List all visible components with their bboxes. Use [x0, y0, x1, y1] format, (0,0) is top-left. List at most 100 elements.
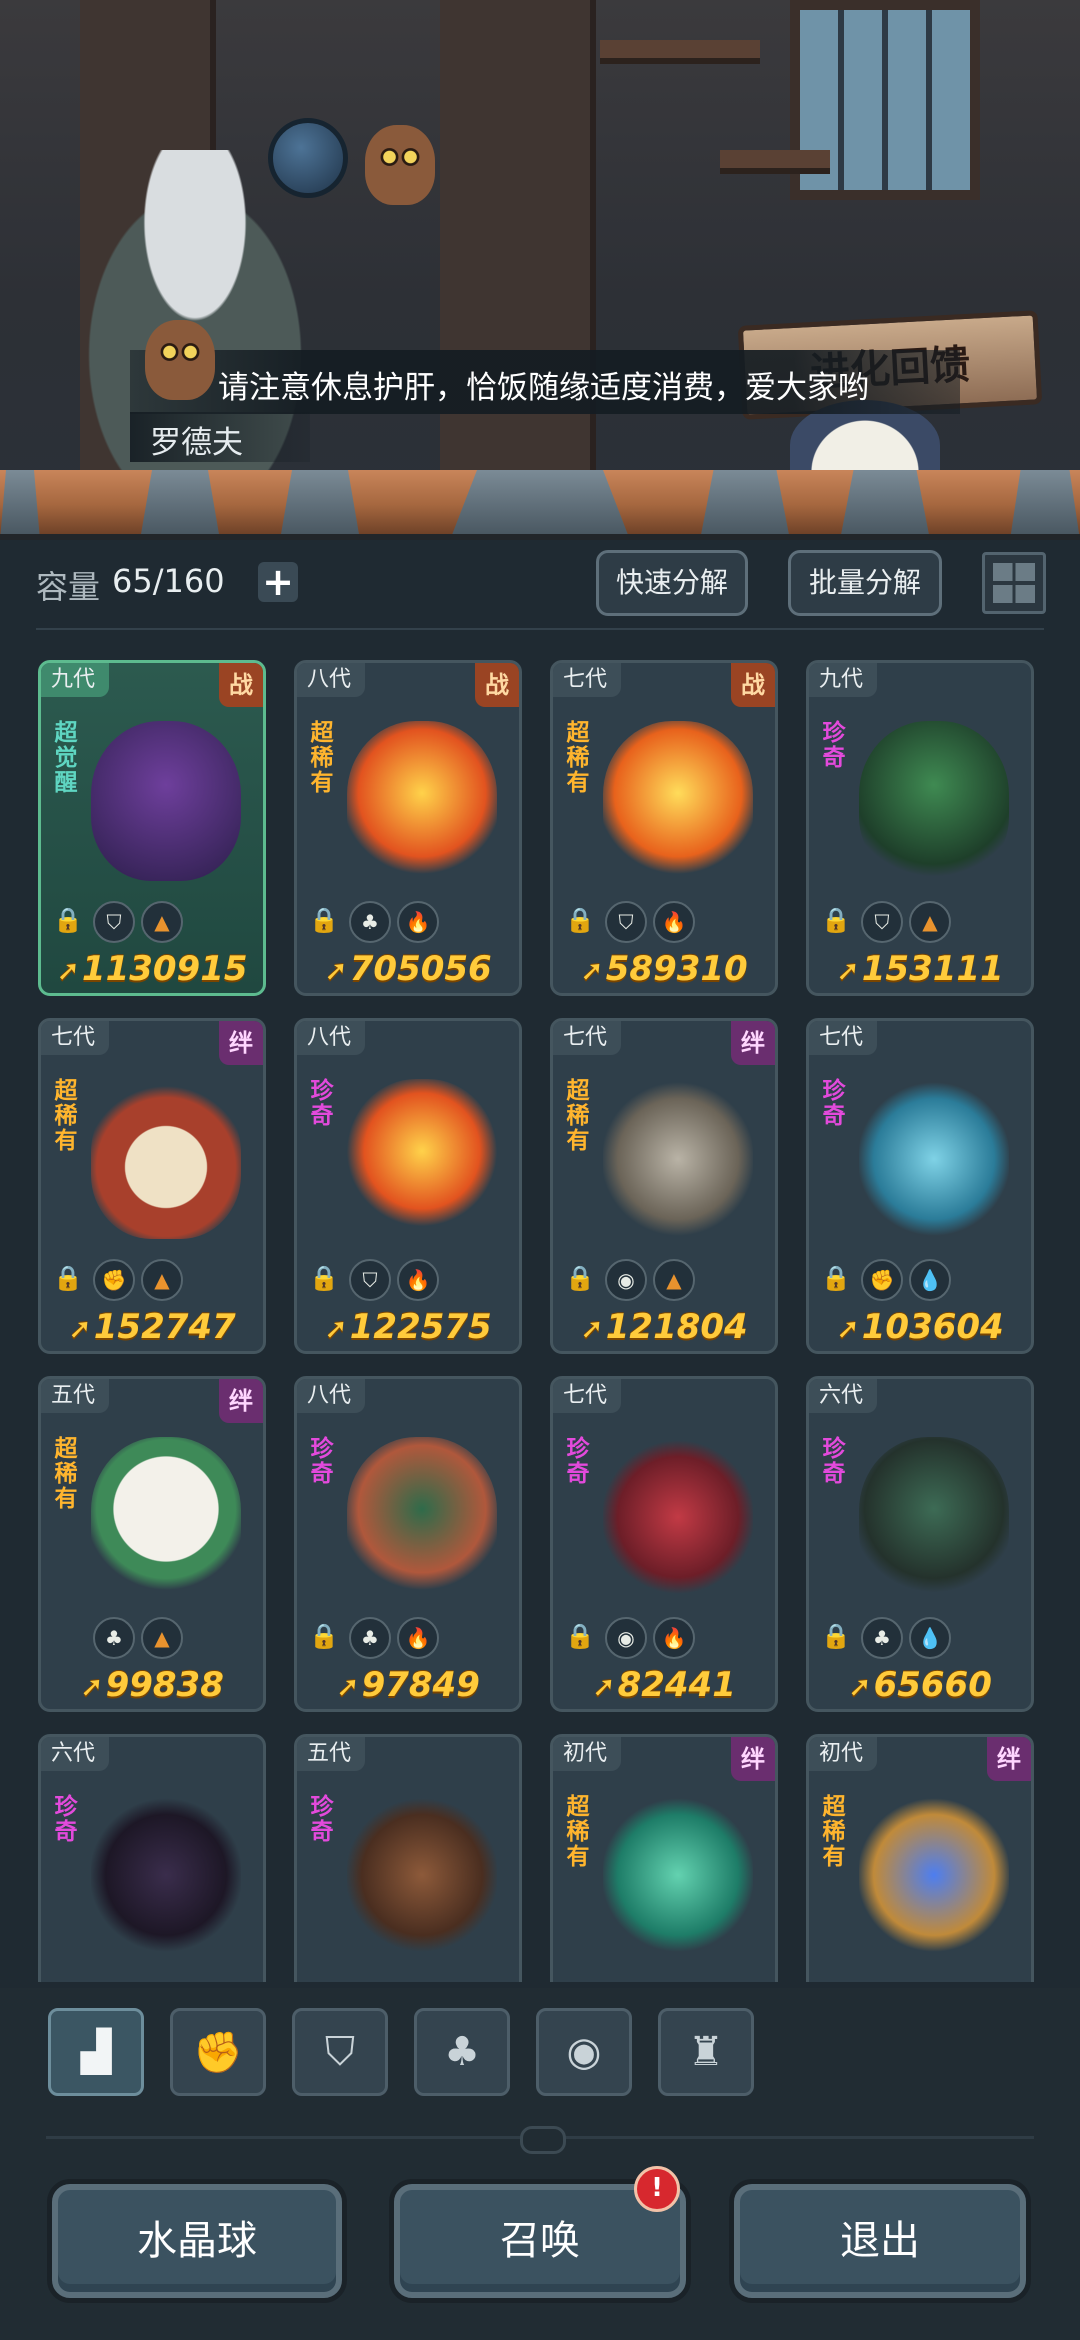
pet-card[interactable]: 七代珍奇 🔒 ✊ 💧 ➚103604 — [806, 1018, 1034, 1354]
rarity-label: 珍奇 — [822, 1078, 846, 1129]
pet-card[interactable]: 九代 珍奇 🔒 ⛉ ▲ ➚153111 — [806, 660, 1034, 996]
lock-icon[interactable]: 🔒 — [561, 901, 599, 939]
beam-bracket — [450, 470, 630, 540]
power-value: ➚589310 — [553, 949, 775, 989]
filter-leaf-icon[interactable]: ♣ — [414, 2008, 510, 2096]
rarity-label: 超稀有 — [54, 1436, 78, 1512]
rarity-label: 超觉醒 — [54, 720, 78, 796]
pet-card[interactable]: 九代 战超觉醒 🔒 ⛉ ▲ ➚1130915 — [38, 660, 266, 996]
filter-all-icon[interactable]: ▟ — [48, 2008, 144, 2096]
grid-view-icon[interactable] — [982, 552, 1046, 614]
batch-decompose-button[interactable]: 批量分解 — [788, 550, 942, 616]
power-value: ➚121804 — [553, 1307, 775, 1347]
attribute-icons: 🔒 ◉ 🔥 — [561, 1617, 695, 1659]
attribute-icons: 🔒 ⛉ 🔥 — [561, 901, 695, 943]
battle-tag: 战 — [219, 663, 263, 707]
story-scene: 进化回馈 请注意休息护肝，恰饭随缘适度消费，爱大家哟 罗德夫 — [0, 0, 1080, 540]
ornament-knot — [520, 2126, 566, 2154]
creature-portrait — [347, 721, 497, 881]
quick-decompose-button[interactable]: 快速分解 — [596, 550, 748, 616]
power-arrow-icon: ➚ — [836, 954, 860, 987]
pet-card-grid[interactable]: 九代战超觉醒 🔒 ⛉ ▲ ➚1130915 八代战超稀有 🔒 ♣ 🔥 ➚705056 七代战超稀有 🔒… — [38, 660, 1044, 1982]
attribute-icons: ♣ ▲ — [93, 1617, 183, 1659]
pet-card[interactable]: 六代 珍奇 🔒 ♣ 💧 ➚65660 — [806, 1376, 1034, 1712]
bond-tag: 绊 — [731, 1737, 775, 1781]
power-value: ➚103604 — [809, 1307, 1031, 1347]
pet-card[interactable]: 初代 绊超稀有 — [806, 1734, 1034, 1982]
rarity-label: 超稀有 — [566, 720, 590, 796]
lock-icon[interactable]: 🔒 — [561, 1617, 599, 1655]
pet-card[interactable]: 五代 珍奇 — [294, 1734, 522, 1982]
lock-icon[interactable]: 🔒 — [305, 901, 343, 939]
pet-card[interactable]: 七代 珍奇 🔒 ◉ 🔥 ➚82441 — [550, 1376, 778, 1712]
filter-spirit-icon[interactable]: ◉ — [536, 2008, 632, 2096]
bond-tag: 绊 — [219, 1021, 263, 1065]
lock-icon[interactable]: 🔒 — [817, 1617, 855, 1655]
speaker-owl-icon — [145, 320, 215, 400]
pet-card[interactable]: 八代 战超稀有 🔒 ♣ 🔥 ➚705056 — [294, 660, 522, 996]
filter-shield-icon[interactable]: ⛉ — [292, 2008, 388, 2096]
power-number: 82441 — [617, 1665, 736, 1705]
lock-icon[interactable]: 🔒 — [561, 1259, 599, 1297]
lock-icon[interactable]: 🔒 — [817, 901, 855, 939]
creature-portrait — [603, 1795, 753, 1955]
power-arrow-icon: ➚ — [336, 1670, 360, 1703]
battle-tag: 战 — [475, 663, 519, 707]
lock-icon[interactable]: 🔒 — [305, 1259, 343, 1297]
lock-icon[interactable]: 🔒 — [49, 1259, 87, 1297]
expand-capacity-button[interactable]: + — [258, 562, 298, 602]
summon-alert-badge: ! — [634, 2166, 680, 2212]
filter-tower-icon[interactable]: ♜ — [658, 2008, 754, 2096]
rarity-label: 超稀有 — [310, 720, 334, 796]
power-number: 152747 — [93, 1307, 236, 1347]
pet-card[interactable]: 六代 珍奇 — [38, 1734, 266, 1982]
pet-card[interactable]: 七代 战超稀有 🔒 ⛉ 🔥 ➚589310 — [550, 660, 778, 996]
spirit-icon: ◉ — [605, 1259, 647, 1301]
power-arrow-icon: ➚ — [592, 1670, 616, 1703]
attribute-icons: 🔒 ⛉ ▲ — [49, 901, 183, 943]
pet-card[interactable]: 八代 珍奇 🔒 ♣ 🔥 ➚97849 — [294, 1376, 522, 1712]
power-number: 153111 — [861, 949, 1004, 989]
creature-portrait — [859, 1795, 1009, 1955]
attribute-icons: 🔒 ♣ 💧 — [817, 1617, 951, 1659]
power-arrow-icon: ➚ — [324, 954, 348, 987]
power-value: ➚705056 — [297, 949, 519, 989]
generation-label: 七代 — [809, 1021, 878, 1055]
lock-icon[interactable]: 🔒 — [305, 1617, 343, 1655]
water-element-icon: 💧 — [909, 1259, 951, 1301]
creature-portrait — [91, 721, 241, 881]
rarity-label: 珍奇 — [54, 1794, 78, 1845]
rarity-label: 珍奇 — [310, 1436, 334, 1487]
beam-bracket — [700, 470, 790, 540]
fist-icon: ✊ — [93, 1259, 135, 1301]
filter-fist-icon[interactable]: ✊ — [170, 2008, 266, 2096]
attribute-icons: 🔒 ✊ 💧 — [817, 1259, 951, 1301]
power-number: 705056 — [349, 949, 492, 989]
pet-card[interactable]: 八代 珍奇 🔒 ⛉ 🔥 ➚122575 — [294, 1018, 522, 1354]
attribute-icons: 🔒 ◉ ▲ — [561, 1259, 695, 1301]
section-divider — [36, 628, 1044, 630]
creature-portrait — [603, 1079, 753, 1239]
power-arrow-icon: ➚ — [836, 1312, 860, 1345]
generation-label: 七代 — [553, 1021, 622, 1055]
power-arrow-icon: ➚ — [56, 954, 80, 987]
capacity-label: 容量 — [36, 568, 101, 606]
crystal-ball-button[interactable]: 水晶球 — [52, 2184, 342, 2298]
power-number: 97849 — [361, 1665, 480, 1705]
rarity-label: 超稀有 — [822, 1794, 846, 1870]
generation-label: 七代 — [553, 663, 622, 697]
pet-card[interactable]: 五代 绊超稀有 ♣ ▲ ➚99838 — [38, 1376, 266, 1712]
bond-tag: 绊 — [219, 1379, 263, 1423]
lock-icon[interactable]: 🔒 — [49, 901, 87, 939]
pet-card[interactable]: 七代 绊超稀有 🔒 ✊ ▲ ➚152747 — [38, 1018, 266, 1354]
lock-icon[interactable]: 🔒 — [817, 1259, 855, 1297]
fire-element-icon: 🔥 — [653, 1617, 695, 1659]
beam-bracket — [840, 470, 930, 540]
power-value: ➚122575 — [297, 1307, 519, 1347]
exit-button[interactable]: 退出 — [734, 2184, 1026, 2298]
rarity-label: 超稀有 — [54, 1078, 78, 1154]
pet-card[interactable]: 七代 绊超稀有 🔒 ◉ ▲ ➚121804 — [550, 1018, 778, 1354]
creature-portrait — [91, 1079, 241, 1239]
creature-portrait — [347, 1437, 497, 1597]
pet-card[interactable]: 初代 绊超稀有 — [550, 1734, 778, 1982]
